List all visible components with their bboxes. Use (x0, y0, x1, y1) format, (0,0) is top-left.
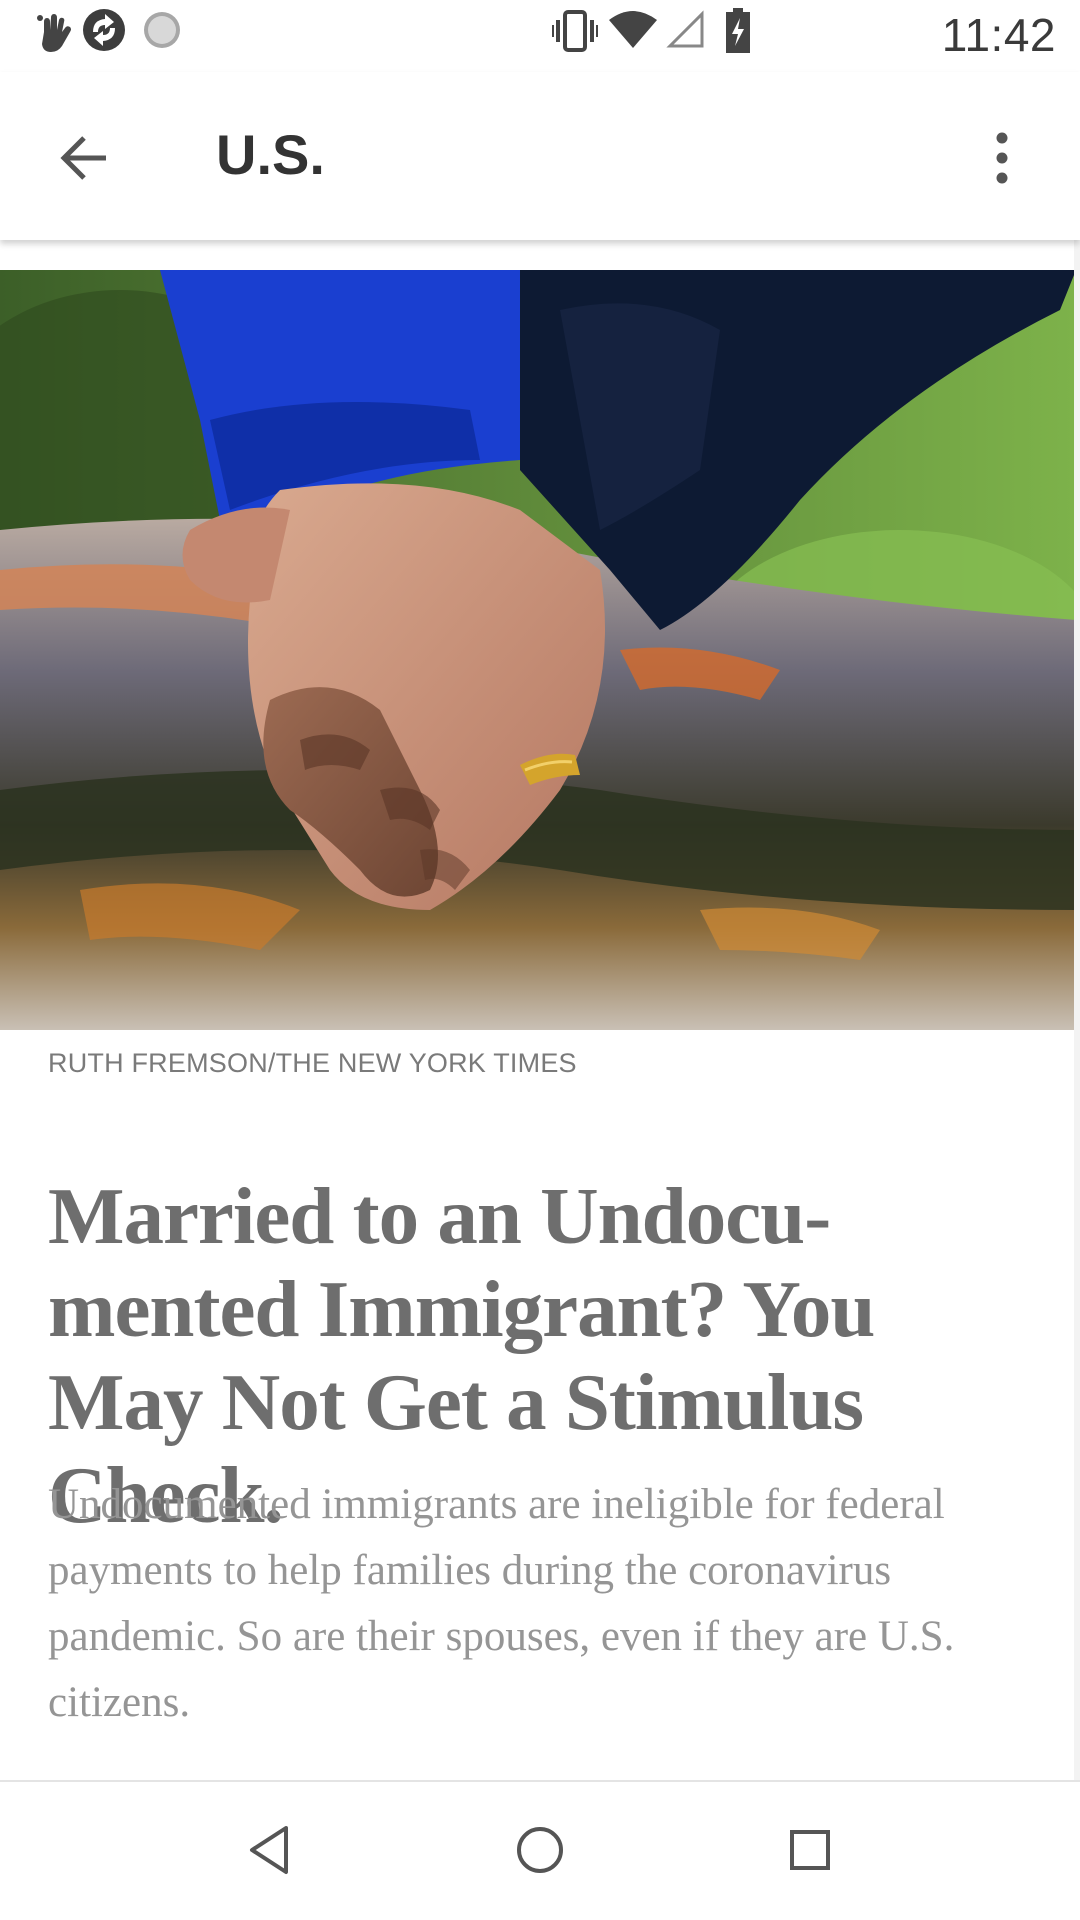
more-options-button[interactable] (960, 118, 1044, 202)
app-sync-icon (80, 6, 128, 59)
nav-recents-square-icon (786, 1826, 834, 1879)
arrow-back-icon (58, 132, 110, 189)
battery-charging-icon (724, 8, 752, 59)
navigation-bar (0, 1780, 1080, 1920)
status-time: 11:42 (941, 9, 1056, 61)
nav-recents-button[interactable] (768, 1810, 852, 1894)
status-bar: 11:42 (0, 0, 1080, 72)
article-hero-image[interactable] (0, 270, 1076, 1030)
article-summary: Undocumented immigrants are ineligible f… (48, 1481, 955, 1726)
article-content[interactable]: RUTH FREMSON/THE NEW YORK TIMES Married … (0, 240, 1080, 1780)
hand-gesture-icon (34, 12, 74, 61)
loading-circle-icon (142, 10, 182, 55)
screen: 11:42 U.S. RUTH FREMSON/THE NEW YORK TIM… (0, 0, 1080, 1920)
wifi-icon (608, 10, 658, 55)
scrollbar[interactable] (1074, 240, 1080, 1780)
nav-back-triangle-icon (246, 1824, 294, 1881)
nav-home-button[interactable] (498, 1810, 582, 1894)
photo-credit: RUTH FREMSON/THE NEW YORK TIMES (48, 1048, 577, 1078)
more-vert-icon (992, 132, 1012, 189)
page-title: U.S. (216, 123, 325, 186)
nav-back-button[interactable] (228, 1810, 312, 1894)
back-button[interactable] (42, 118, 126, 202)
nav-home-circle-icon (514, 1824, 566, 1881)
vibrate-icon (552, 8, 598, 59)
cell-signal-icon (666, 10, 706, 55)
holding-hands-photo (0, 270, 1076, 1030)
app-bar: U.S. (0, 72, 1080, 240)
